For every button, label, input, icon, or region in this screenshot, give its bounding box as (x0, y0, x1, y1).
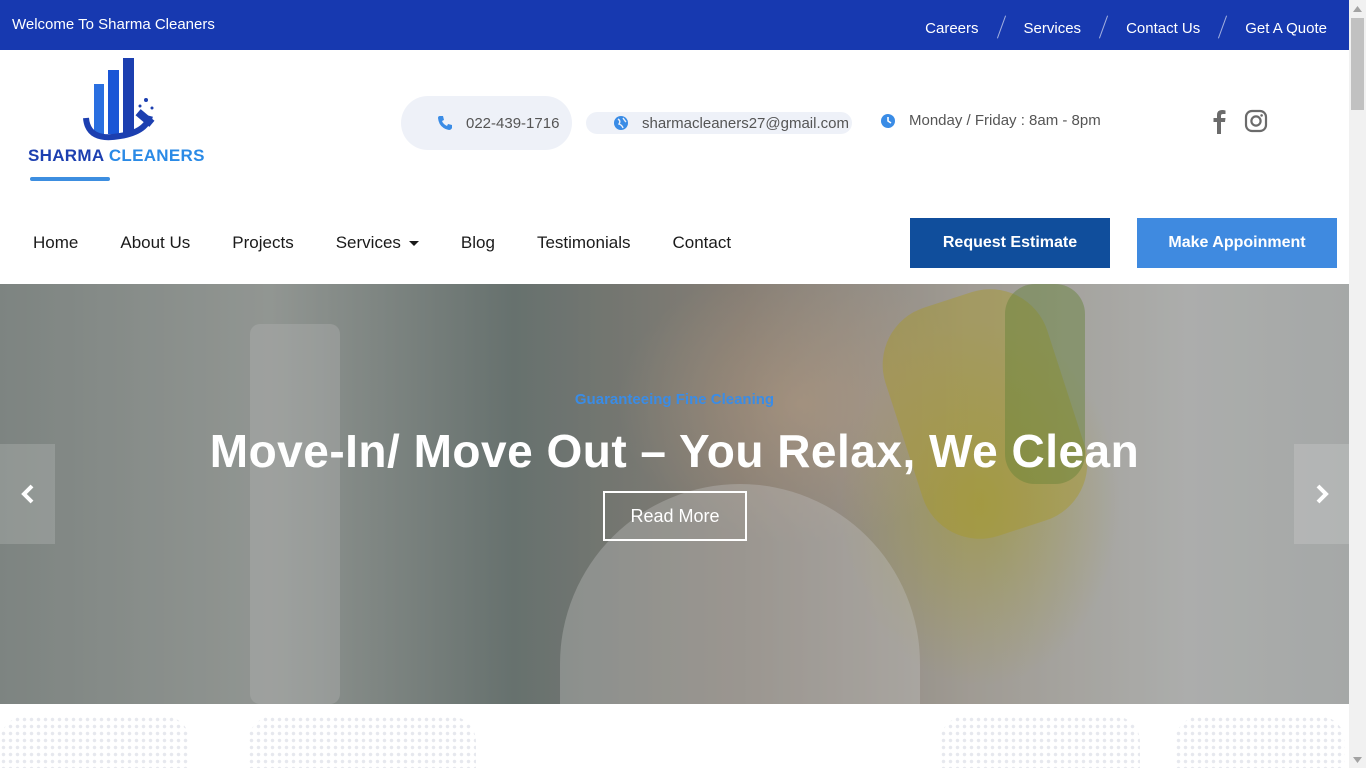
world-map-dots (940, 716, 1140, 768)
nav-home[interactable]: Home (33, 233, 78, 253)
hours-info: Monday / Friday : 8am - 8pm (880, 112, 1101, 129)
social-links (1208, 108, 1268, 134)
top-link-separator (996, 15, 1006, 39)
logo-building-icon (83, 58, 155, 141)
chevron-right-icon (1316, 484, 1329, 504)
slider-next-button[interactable] (1294, 444, 1349, 544)
scroll-down-arrow[interactable] (1349, 751, 1366, 768)
nav-about-us[interactable]: About Us (120, 233, 190, 253)
instagram-icon[interactable] (1244, 108, 1268, 134)
world-map-dots (248, 716, 476, 768)
chevron-left-icon (20, 484, 33, 504)
scroll-thumb[interactable] (1351, 18, 1364, 110)
world-map-dots (0, 716, 190, 768)
top-link-separator (1218, 15, 1228, 39)
top-link-contact-us[interactable]: Contact Us (1126, 20, 1200, 37)
email-info[interactable]: sharmacleaners27@gmail.com (586, 112, 852, 134)
phone-number: 022-439-1716 (466, 114, 560, 132)
top-bar: Welcome To Sharma Cleaners Careers Servi… (0, 0, 1349, 50)
top-link-services[interactable]: Services (1024, 20, 1082, 37)
hero-title: Move-In/ Move Out – You Relax, We Clean (209, 425, 1140, 477)
top-link-get-a-quote[interactable]: Get A Quote (1245, 20, 1327, 37)
email-address: sharmacleaners27@gmail.com (642, 114, 849, 132)
chevron-down-icon (408, 240, 419, 246)
nav-projects[interactable]: Projects (232, 233, 293, 253)
nav-testimonials[interactable]: Testimonials (537, 233, 631, 253)
slider-prev-button[interactable] (0, 444, 55, 544)
scroll-up-arrow[interactable] (1349, 0, 1366, 17)
read-more-button[interactable]: Read More (603, 491, 747, 541)
nav-blog[interactable]: Blog (461, 233, 495, 253)
main-nav: Home About Us Projects Services Blog Tes… (33, 233, 773, 253)
hero-slider: Guaranteeing Fine Cleaning Move-In/ Move… (0, 284, 1349, 704)
nav-services[interactable]: Services (336, 233, 419, 253)
globe-icon (614, 116, 628, 130)
phone-icon (438, 116, 452, 130)
top-link-separator (1098, 15, 1109, 39)
clock-icon (881, 113, 895, 128)
logo-text: SHARMA CLEANERS (28, 146, 205, 165)
make-appointment-button[interactable]: Make Appoinment (1137, 218, 1337, 268)
logo-underline (30, 177, 110, 181)
phone-info[interactable]: 022-439-1716 (401, 96, 572, 150)
page: Welcome To Sharma Cleaners Careers Servi… (0, 0, 1349, 768)
top-links: Careers Services Contact Us Get A Quote (925, 15, 1327, 40)
top-link-careers[interactable]: Careers (925, 20, 978, 37)
map-decoration (0, 704, 1349, 768)
scrollbar[interactable] (1349, 0, 1366, 768)
business-hours: Monday / Friday : 8am - 8pm (909, 112, 1101, 129)
request-estimate-button[interactable]: Request Estimate (910, 218, 1110, 268)
logo[interactable]: SHARMA CLEANERS (28, 56, 224, 186)
hero-subtitle: Guaranteeing Fine Cleaning (574, 391, 775, 408)
nav-contact[interactable]: Contact (672, 233, 731, 253)
world-map-dots (1175, 716, 1345, 768)
welcome-text: Welcome To Sharma Cleaners (12, 16, 215, 33)
facebook-icon[interactable] (1208, 108, 1232, 134)
